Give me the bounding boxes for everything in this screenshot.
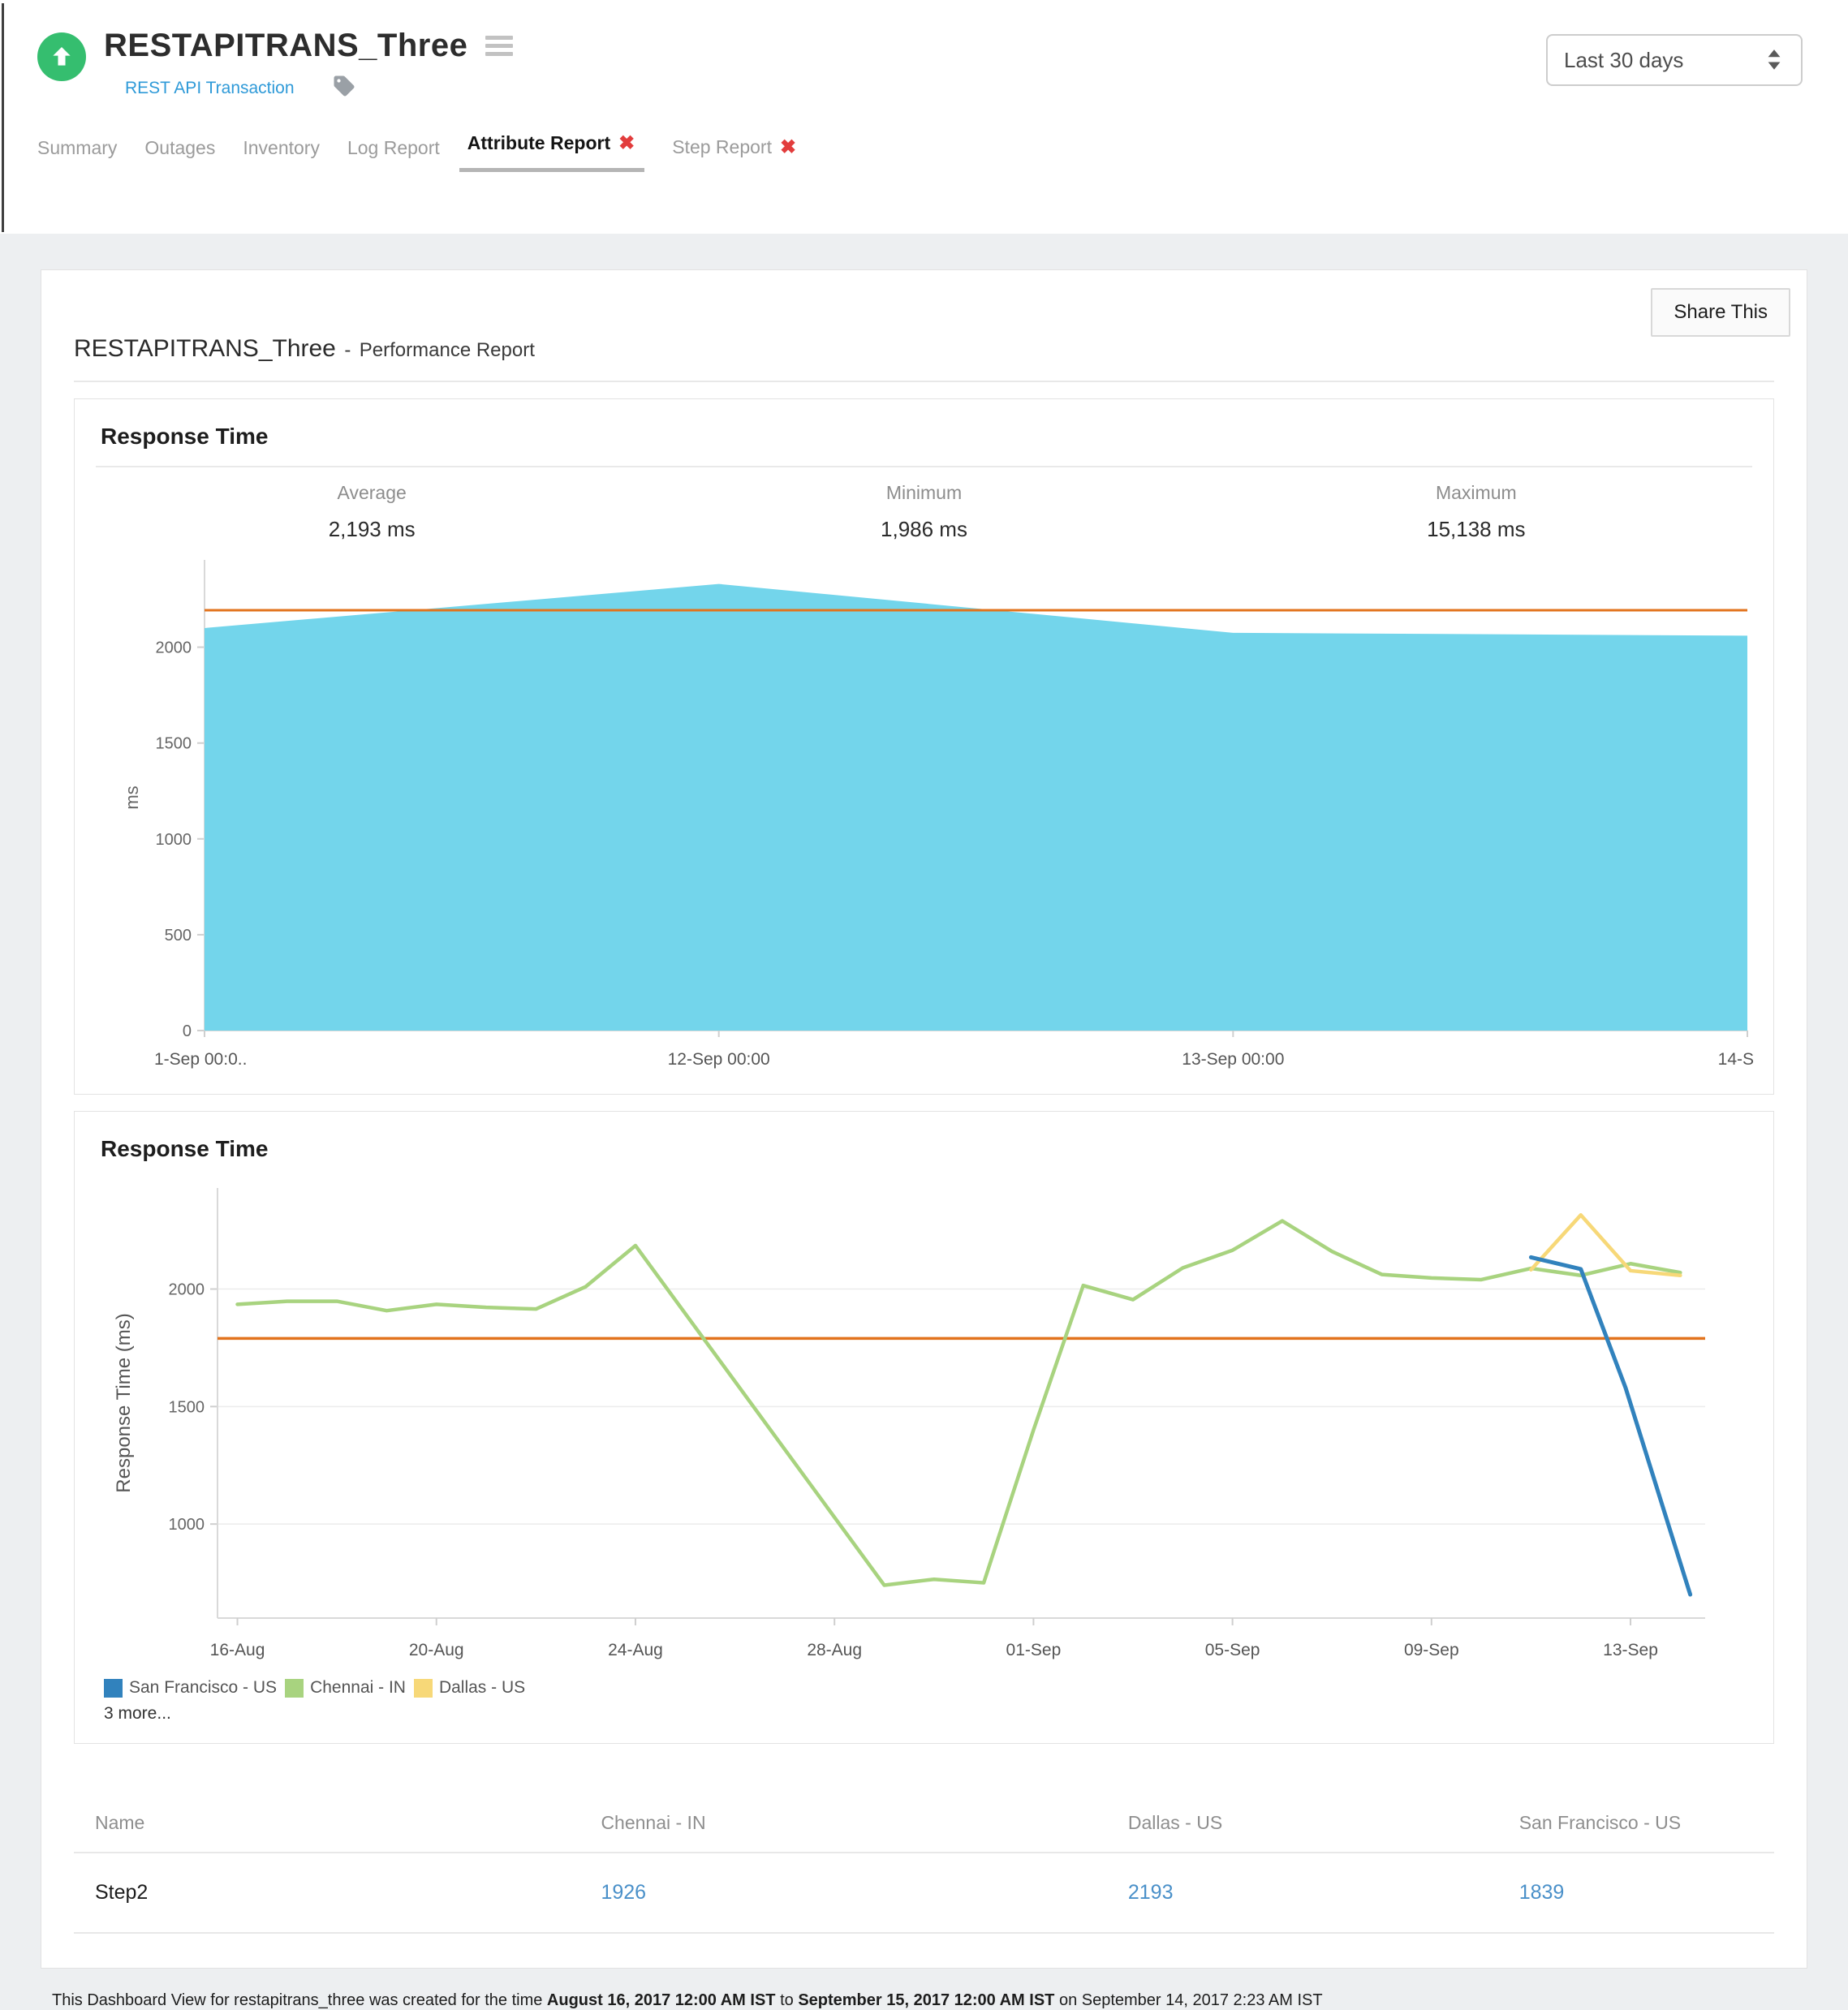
arrow-up-icon	[48, 43, 75, 71]
svg-text:1500: 1500	[156, 735, 192, 753]
svg-text:2000: 2000	[156, 639, 192, 657]
report-subtitle: Performance Report	[360, 339, 535, 361]
panel-title: Response Time	[101, 424, 1752, 450]
legend-swatch	[414, 1679, 433, 1698]
svg-text:09-Sep: 09-Sep	[1404, 1641, 1459, 1659]
page-title: RESTAPITRANS_Three	[104, 28, 467, 64]
select-arrows-icon	[1764, 47, 1785, 73]
tabs-nav: Summary Outages Inventory Log Report Att…	[37, 131, 1803, 172]
svg-text:0: 0	[183, 1022, 192, 1040]
stat-value: 15,138 ms	[1200, 517, 1752, 542]
svg-text:13-Sep: 13-Sep	[1603, 1641, 1658, 1659]
svg-text:01-Sep: 01-Sep	[1006, 1641, 1062, 1659]
svg-text:20-Aug: 20-Aug	[409, 1641, 464, 1659]
legend-item-chennai[interactable]: Chennai - IN	[285, 1678, 406, 1698]
response-time-summary-panel: Response Time Average 2,193 ms Minimum 1…	[74, 398, 1774, 1095]
legend-item-dallas[interactable]: Dallas - US	[414, 1678, 525, 1698]
table-header-row: Name Chennai - IN Dallas - US San Franci…	[74, 1796, 1774, 1853]
report-title-main: RESTAPITRANS_Three	[74, 335, 336, 362]
tab-step-report[interactable]: Step Report✖	[672, 136, 796, 172]
tab-log-report[interactable]: Log Report	[347, 137, 440, 172]
panel-title: Response Time	[101, 1136, 1752, 1162]
svg-text:13-Sep 00:00: 13-Sep 00:00	[1182, 1050, 1284, 1069]
response-time-stats: Average 2,193 ms Minimum 1,986 ms Maximu…	[96, 482, 1752, 542]
chart-legend: San Francisco - US Chennai - IN Dallas -…	[104, 1678, 1752, 1698]
svg-text:24-Aug: 24-Aug	[608, 1641, 663, 1659]
svg-text:500: 500	[165, 927, 192, 945]
stat-maximum: Maximum 15,138 ms	[1200, 482, 1752, 542]
col-header-dallas: Dallas - US	[1128, 1796, 1519, 1853]
svg-text:05-Sep: 05-Sep	[1205, 1641, 1260, 1659]
app-header: RESTAPITRANS_Three REST API Transaction …	[0, 0, 1848, 234]
tag-icon[interactable]	[332, 74, 356, 102]
response-time-line-chart[interactable]: 1000 1500 2000 16-Aug 20-Aug 24-Aug 28-Aug 01-S…	[96, 1178, 1754, 1673]
stat-value: 1,986 ms	[648, 517, 1200, 542]
svg-text:2000: 2000	[169, 1281, 205, 1299]
col-header-name: Name	[74, 1796, 601, 1853]
tab-summary[interactable]: Summary	[37, 137, 117, 172]
footer-note: This Dashboard View for restapitrans_thr…	[0, 1969, 1848, 2010]
svg-text:1000: 1000	[169, 1516, 205, 1534]
left-edge-divider	[2, 3, 4, 232]
stat-label: Maximum	[1200, 482, 1752, 504]
svg-text:12-Sep 00:00: 12-Sep 00:00	[668, 1050, 770, 1069]
page-body: Share This RESTAPITRANS_Three - Performa…	[0, 234, 1848, 2010]
stat-value: 2,193 ms	[96, 517, 648, 542]
monitor-type-link[interactable]: REST API Transaction	[125, 79, 295, 98]
menu-icon[interactable]	[485, 32, 513, 60]
dallas-value-cell: 2193	[1128, 1853, 1519, 1933]
response-time-locations-panel: Response Time 1000 1500 2000 16-Aug 20-Aug 24…	[74, 1111, 1774, 1744]
close-icon[interactable]: ✖	[618, 132, 635, 154]
legend-item-san-francisco[interactable]: San Francisco - US	[104, 1678, 277, 1698]
svg-text:1-Sep 00:0..: 1-Sep 00:0..	[154, 1050, 247, 1069]
monitor-up-status-icon	[37, 32, 86, 81]
response-time-area-chart[interactable]: 0 500 1000 1500 2000 1-Sep 00:0.. 12-Sep 00:00…	[96, 550, 1754, 1078]
col-header-chennai: Chennai - IN	[601, 1796, 1127, 1853]
close-icon[interactable]: ✖	[780, 136, 796, 158]
footer-created-time: on September 14, 2017 2:23 AM IST	[1054, 1991, 1322, 2009]
time-period-select[interactable]: Last 30 days	[1546, 34, 1803, 86]
stat-label: Minimum	[648, 482, 1200, 504]
stat-minimum: Minimum 1,986 ms	[648, 482, 1200, 542]
stat-label: Average	[96, 482, 648, 504]
footer-end-time: September 15, 2017 12:00 AM IST	[798, 1991, 1054, 2009]
report-title: RESTAPITRANS_Three - Performance Report	[41, 270, 1807, 363]
table-row: Step2 1926 2193 1839	[74, 1853, 1774, 1933]
steps-table: Name Chennai - IN Dallas - US San Franci…	[74, 1796, 1774, 1934]
svg-text:ms: ms	[122, 785, 142, 809]
stat-average: Average 2,193 ms	[96, 482, 648, 542]
legend-swatch	[285, 1679, 304, 1698]
footer-text: This Dashboard View for restapitrans_thr…	[52, 1991, 547, 2009]
dallas-value-link[interactable]: 2193	[1128, 1881, 1174, 1904]
svg-text:1000: 1000	[156, 831, 192, 849]
panel-divider	[96, 466, 1752, 467]
svg-text:16-Aug: 16-Aug	[210, 1641, 265, 1659]
report-card: Share This RESTAPITRANS_Three - Performa…	[41, 269, 1807, 1969]
san-francisco-value-link[interactable]: 1839	[1519, 1881, 1565, 1904]
title-divider	[74, 381, 1774, 382]
chennai-value-cell: 1926	[601, 1853, 1127, 1933]
col-header-san-francisco: San Francisco - US	[1519, 1796, 1774, 1853]
report-title-separator: -	[344, 339, 351, 361]
svg-text:14-S: 14-S	[1718, 1050, 1754, 1069]
san-francisco-value-cell: 1839	[1519, 1853, 1774, 1933]
chennai-value-link[interactable]: 1926	[601, 1881, 646, 1904]
svg-text:1500: 1500	[169, 1398, 205, 1416]
footer-start-time: August 16, 2017 12:00 AM IST	[547, 1991, 776, 2009]
tab-inventory[interactable]: Inventory	[243, 137, 320, 172]
time-period-value: Last 30 days	[1564, 48, 1683, 73]
svg-text:28-Aug: 28-Aug	[807, 1641, 862, 1659]
legend-more-link[interactable]: 3 more...	[104, 1704, 1752, 1724]
legend-swatch	[104, 1679, 123, 1698]
tab-outages[interactable]: Outages	[144, 137, 215, 172]
svg-text:Response Time (ms): Response Time (ms)	[113, 1313, 135, 1492]
step-name-cell: Step2	[74, 1853, 601, 1933]
tab-attribute-report[interactable]: Attribute Report✖	[459, 131, 644, 172]
share-this-button[interactable]: Share This	[1651, 288, 1790, 337]
